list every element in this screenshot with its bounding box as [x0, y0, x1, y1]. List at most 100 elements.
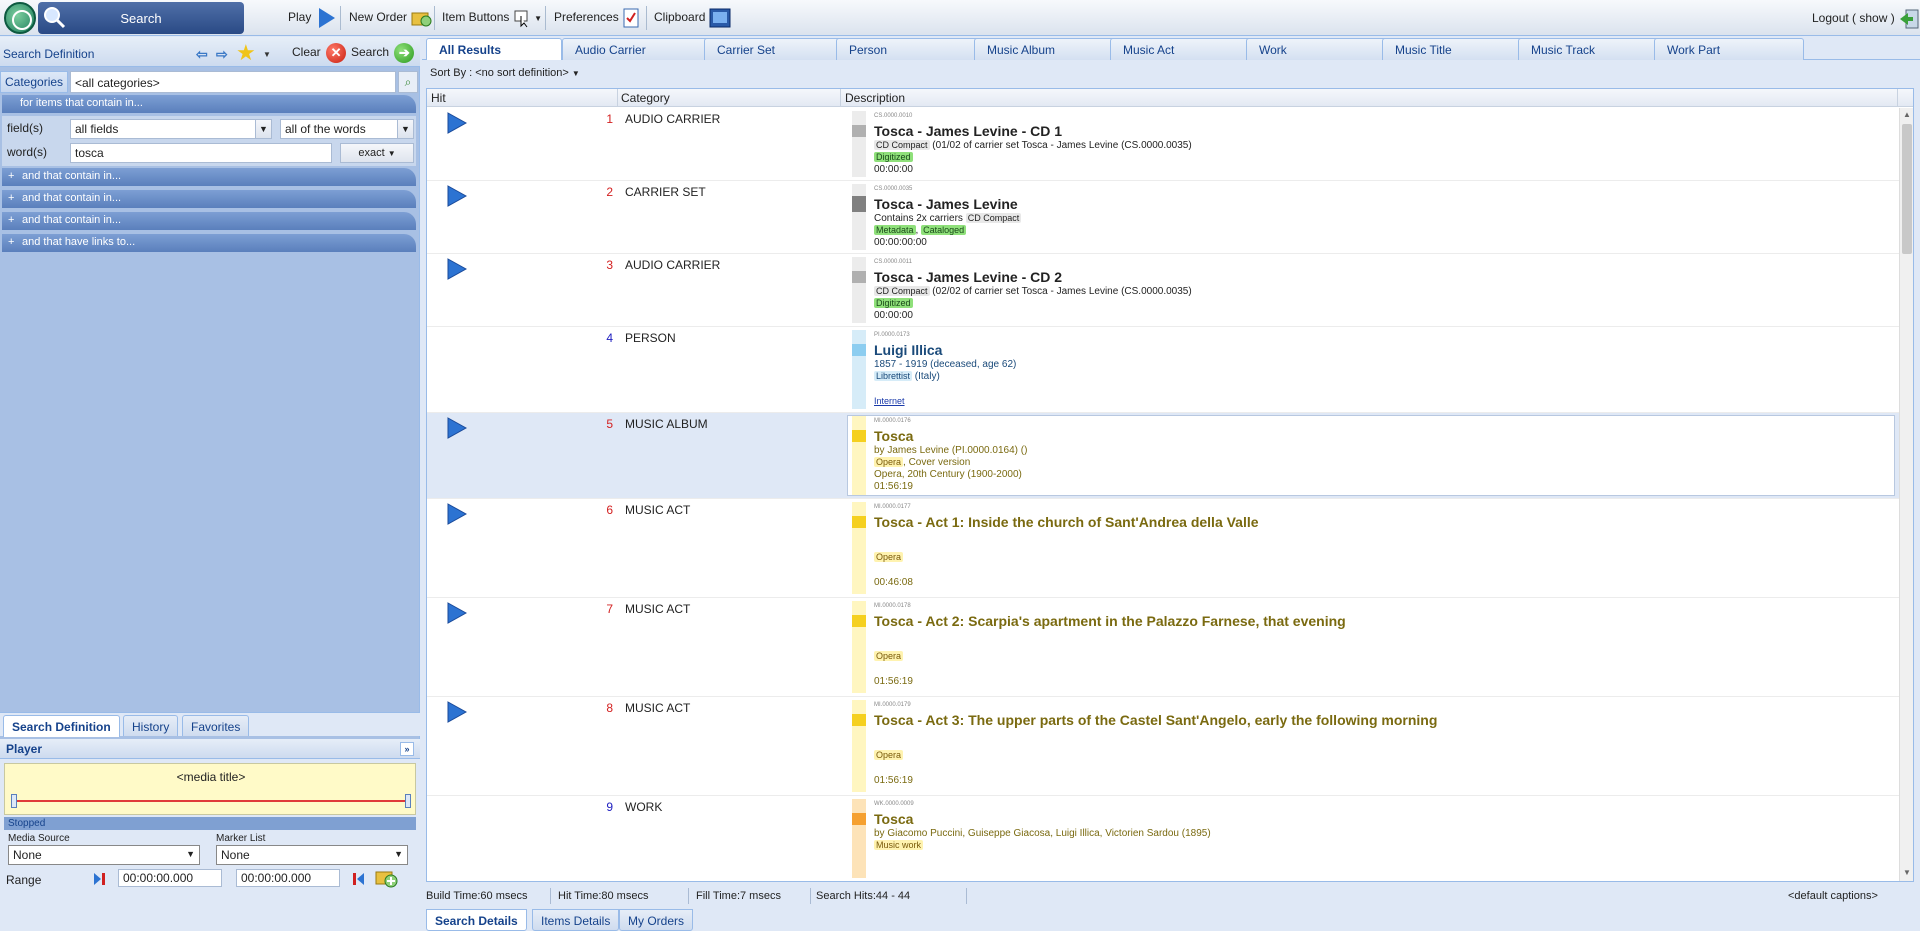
column-header-hit[interactable]: Hit: [431, 91, 446, 107]
item-duration: 00:00:00: [874, 164, 913, 175]
table-row[interactable]: 4 PERSON PI.0000.0173 Luigi Illica 1857 …: [427, 327, 1899, 413]
results-scrollbar[interactable]: ▲ ▼: [1899, 108, 1913, 881]
table-row[interactable]: 1 AUDIO CARRIER CS.0000.0010 Tosca - Jam…: [427, 108, 1899, 181]
table-row[interactable]: 5 MUSIC ALBUM MI.0000.0176 Tosca by Jame…: [427, 413, 1899, 499]
tab-all-results[interactable]: All Results: [426, 38, 562, 60]
genre-detail: , Cover version: [903, 457, 971, 468]
chevron-down-icon[interactable]: ▼: [397, 120, 413, 138]
preferences-button[interactable]: Preferences: [554, 8, 640, 28]
result-description[interactable]: MI.0000.0178 Tosca - Act 2: Scarpia's ap…: [851, 600, 1895, 694]
tab-favorites[interactable]: Favorites: [182, 715, 250, 736]
table-row[interactable]: 6 MUSIC ACT MI.0000.0177 Tosca - Act 1: …: [427, 499, 1899, 598]
play-icon[interactable]: [445, 503, 467, 525]
play-icon[interactable]: [445, 417, 467, 439]
search-mode-button[interactable]: Search: [38, 2, 244, 34]
scroll-up-icon[interactable]: ▲: [1900, 110, 1913, 122]
new-order-button[interactable]: New Order: [349, 8, 432, 28]
tab-music-album[interactable]: Music Album: [974, 38, 1124, 60]
table-row[interactable]: 8 MUSIC ACT MI.0000.0179 Tosca - Act 3: …: [427, 697, 1899, 796]
add-links-group[interactable]: + and that have links to...: [2, 234, 416, 252]
tab-carrier-set[interactable]: Carrier Set: [704, 38, 854, 60]
item-buttons-menu[interactable]: Item Buttons ▼: [442, 8, 542, 28]
back-arrow-icon[interactable]: ⇦: [196, 46, 208, 63]
words-input[interactable]: tosca: [70, 143, 332, 163]
range-start-input[interactable]: 00:00:00.000: [118, 869, 222, 887]
result-description[interactable]: CS.0000.0010 Tosca - James Levine - CD 1…: [851, 110, 1895, 178]
play-icon[interactable]: [445, 258, 467, 280]
tab-items-details[interactable]: Items Details: [532, 909, 620, 931]
play-icon[interactable]: [445, 112, 467, 134]
chevron-down-icon[interactable]: ▼: [263, 50, 271, 59]
result-description[interactable]: CS.0000.0035 Tosca - James Levine Contai…: [851, 183, 1895, 251]
sort-select[interactable]: <no sort definition> ▼: [475, 67, 580, 79]
result-description[interactable]: MI.0000.0179 Tosca - Act 3: The upper pa…: [851, 699, 1895, 793]
table-row[interactable]: 7 MUSIC ACT MI.0000.0178 Tosca - Act 2: …: [427, 598, 1899, 697]
play-icon[interactable]: [445, 602, 467, 624]
tab-music-track[interactable]: Music Track: [1518, 38, 1668, 60]
words-label: word(s): [7, 145, 48, 159]
result-description[interactable]: MI.0000.0176 Tosca by James Levine (PI.0…: [847, 415, 1895, 496]
search-button[interactable]: Search ➔: [351, 43, 415, 63]
internet-link[interactable]: Internet: [874, 396, 905, 406]
play-icon[interactable]: [445, 701, 467, 723]
media-progress-track[interactable]: [13, 800, 409, 802]
column-divider[interactable]: [617, 89, 618, 107]
tab-search-definition[interactable]: Search Definition: [3, 715, 120, 737]
tab-person[interactable]: Person: [836, 38, 986, 60]
clipboard-button[interactable]: Clipboard: [654, 8, 731, 28]
exact-label: exact: [358, 147, 385, 159]
tab-music-title[interactable]: Music Title: [1382, 38, 1532, 60]
player-header: Player »: [0, 739, 420, 759]
tab-work[interactable]: Work: [1246, 38, 1396, 60]
clear-button[interactable]: Clear ✕: [292, 43, 347, 63]
results-panel: All Results Audio Carrier Carrier Set Pe…: [422, 37, 1920, 931]
star-icon[interactable]: ★: [236, 40, 256, 66]
hit-number: 8: [606, 701, 613, 715]
set-end-icon[interactable]: [352, 871, 366, 887]
range-end-input[interactable]: 00:00:00.000: [236, 869, 340, 887]
table-row[interactable]: 9 WORK WK.0000.0009 Tosca by Giacomo Puc…: [427, 796, 1899, 881]
scroll-down-icon[interactable]: ▼: [1900, 868, 1913, 880]
add-contain-group-3[interactable]: + and that contain in...: [2, 212, 416, 230]
play-icon[interactable]: [445, 185, 467, 207]
fields-select[interactable]: all fields ▼: [70, 119, 272, 139]
tab-work-part[interactable]: Work Part: [1654, 38, 1804, 60]
categories-input[interactable]: <all categories>: [70, 71, 396, 93]
toolbar-divider: [545, 6, 546, 30]
range-end-handle[interactable]: [405, 794, 411, 808]
range-start-handle[interactable]: [11, 794, 17, 808]
category-search-icon[interactable]: ⌕: [398, 71, 418, 93]
tab-search-details[interactable]: Search Details: [426, 909, 527, 931]
add-contain-group-2[interactable]: + and that contain in...: [2, 190, 416, 208]
result-description[interactable]: CS.0000.0011 Tosca - James Levine - CD 2…: [851, 256, 1895, 324]
add-contain-group-1[interactable]: + and that contain in...: [2, 168, 416, 186]
table-row[interactable]: 3 AUDIO CARRIER CS.0000.0011 Tosca - Jam…: [427, 254, 1899, 327]
collapse-icon[interactable]: »: [400, 742, 414, 756]
result-description[interactable]: PI.0000.0173 Luigi Illica 1857 - 1919 (d…: [851, 329, 1895, 410]
tab-music-act[interactable]: Music Act: [1110, 38, 1260, 60]
result-description[interactable]: WK.0000.0009 Tosca by Giacomo Puccini, G…: [851, 798, 1895, 879]
forward-arrow-icon[interactable]: ⇨: [216, 46, 228, 63]
match-mode-select[interactable]: all of the words ▼: [280, 119, 414, 139]
table-row[interactable]: 2 CARRIER SET CS.0000.0035 Tosca - James…: [427, 181, 1899, 254]
logout-button[interactable]: Logout ( show ): [1812, 8, 1920, 30]
column-header-description[interactable]: Description: [845, 91, 905, 107]
add-marker-icon[interactable]: [374, 867, 398, 889]
tab-history[interactable]: History: [123, 715, 179, 736]
marker-list-select[interactable]: None ▼: [216, 845, 408, 865]
chevron-down-icon[interactable]: ▼: [255, 120, 271, 138]
set-start-icon[interactable]: [92, 871, 106, 887]
status-divider: [550, 888, 551, 904]
captions-select[interactable]: <default captions>: [1788, 890, 1878, 902]
scroll-thumb[interactable]: [1902, 124, 1912, 254]
exact-select[interactable]: exact ▼: [340, 143, 414, 163]
play-button[interactable]: Play: [288, 8, 335, 28]
result-description[interactable]: MI.0000.0177 Tosca - Act 1: Inside the c…: [851, 501, 1895, 595]
column-divider[interactable]: [840, 89, 841, 107]
media-source-select[interactable]: None ▼: [8, 845, 200, 865]
tab-audio-carrier[interactable]: Audio Carrier: [562, 38, 712, 60]
column-header-category[interactable]: Category: [621, 91, 670, 107]
item-code: CS.0000.0010: [874, 113, 913, 119]
column-divider[interactable]: [1897, 89, 1898, 107]
tab-my-orders[interactable]: My Orders: [619, 909, 694, 931]
